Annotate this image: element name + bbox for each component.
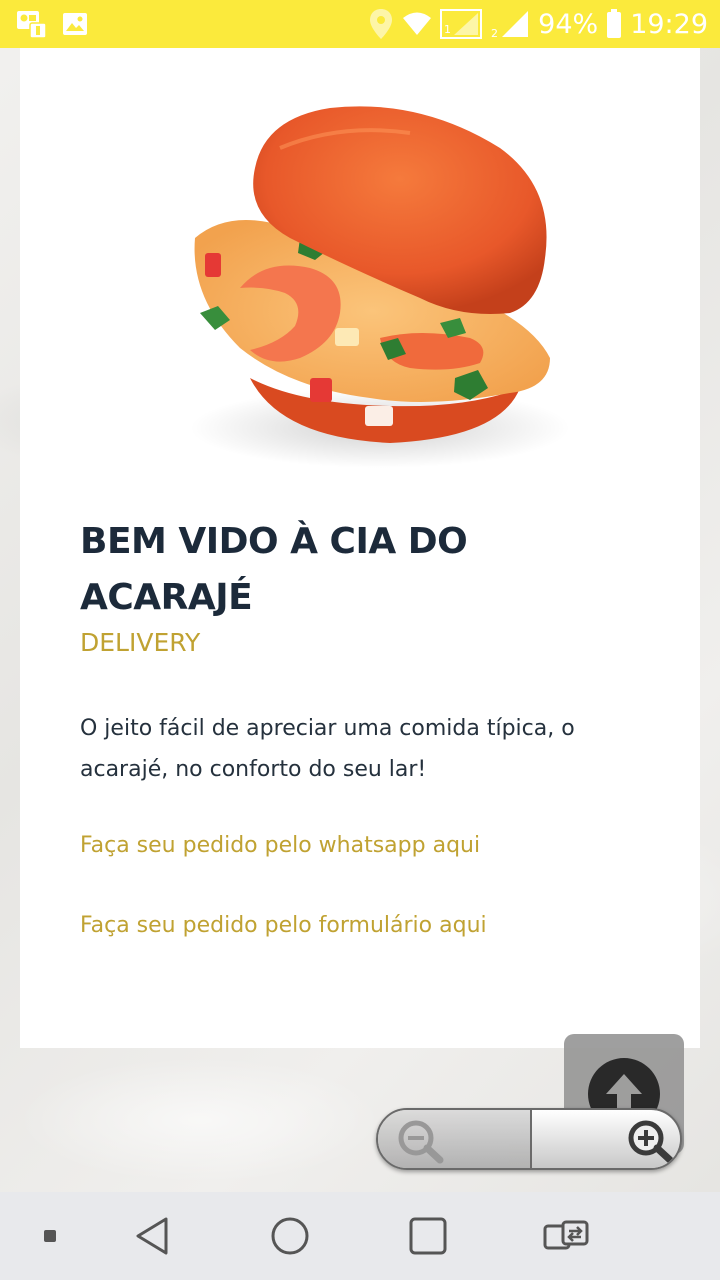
zoom-out-button[interactable] — [378, 1110, 532, 1168]
whatsapp-order-link[interactable]: Faça seu pedido pelo whatsapp aqui — [80, 833, 480, 858]
page-subtitle: DELIVERY — [80, 628, 201, 657]
square-small-icon[interactable] — [26, 1212, 74, 1260]
welcome-card: BEM VIDO À CIA DO ACARAJÉ DELIVERY O jei… — [20, 48, 700, 1048]
battery-percent: 94% — [538, 8, 599, 40]
image-icon — [62, 12, 88, 36]
zoom-controls — [376, 1108, 682, 1170]
svg-text:1: 1 — [444, 23, 451, 36]
location-icon — [368, 8, 394, 40]
notification-icon — [16, 9, 48, 39]
page-title: BEM VIDO À CIA DO ACARAJÉ — [80, 521, 468, 618]
clock: 19:29 — [630, 8, 708, 40]
back-icon[interactable] — [128, 1212, 176, 1260]
acaraje-food-image — [170, 88, 570, 468]
signal-sim1-icon: 1 — [440, 9, 483, 39]
zoom-in-icon — [626, 1118, 676, 1168]
zoom-out-icon — [396, 1118, 446, 1168]
status-bar: 1 2 94% 19:29 — [0, 0, 720, 48]
switch-app-icon[interactable] — [542, 1212, 590, 1260]
description-text: O jeito fácil de apreciar uma comida típ… — [80, 716, 575, 782]
navigation-bar — [0, 1192, 720, 1280]
svg-text:2: 2 — [491, 27, 498, 39]
wifi-icon — [402, 11, 432, 37]
battery-icon — [606, 9, 622, 39]
zoom-in-button[interactable] — [532, 1110, 680, 1168]
signal-sim2-icon: 2 — [490, 9, 530, 39]
recents-icon[interactable] — [404, 1212, 452, 1260]
home-icon[interactable] — [266, 1212, 314, 1260]
form-order-link[interactable]: Faça seu pedido pelo formulário aqui — [80, 913, 487, 938]
